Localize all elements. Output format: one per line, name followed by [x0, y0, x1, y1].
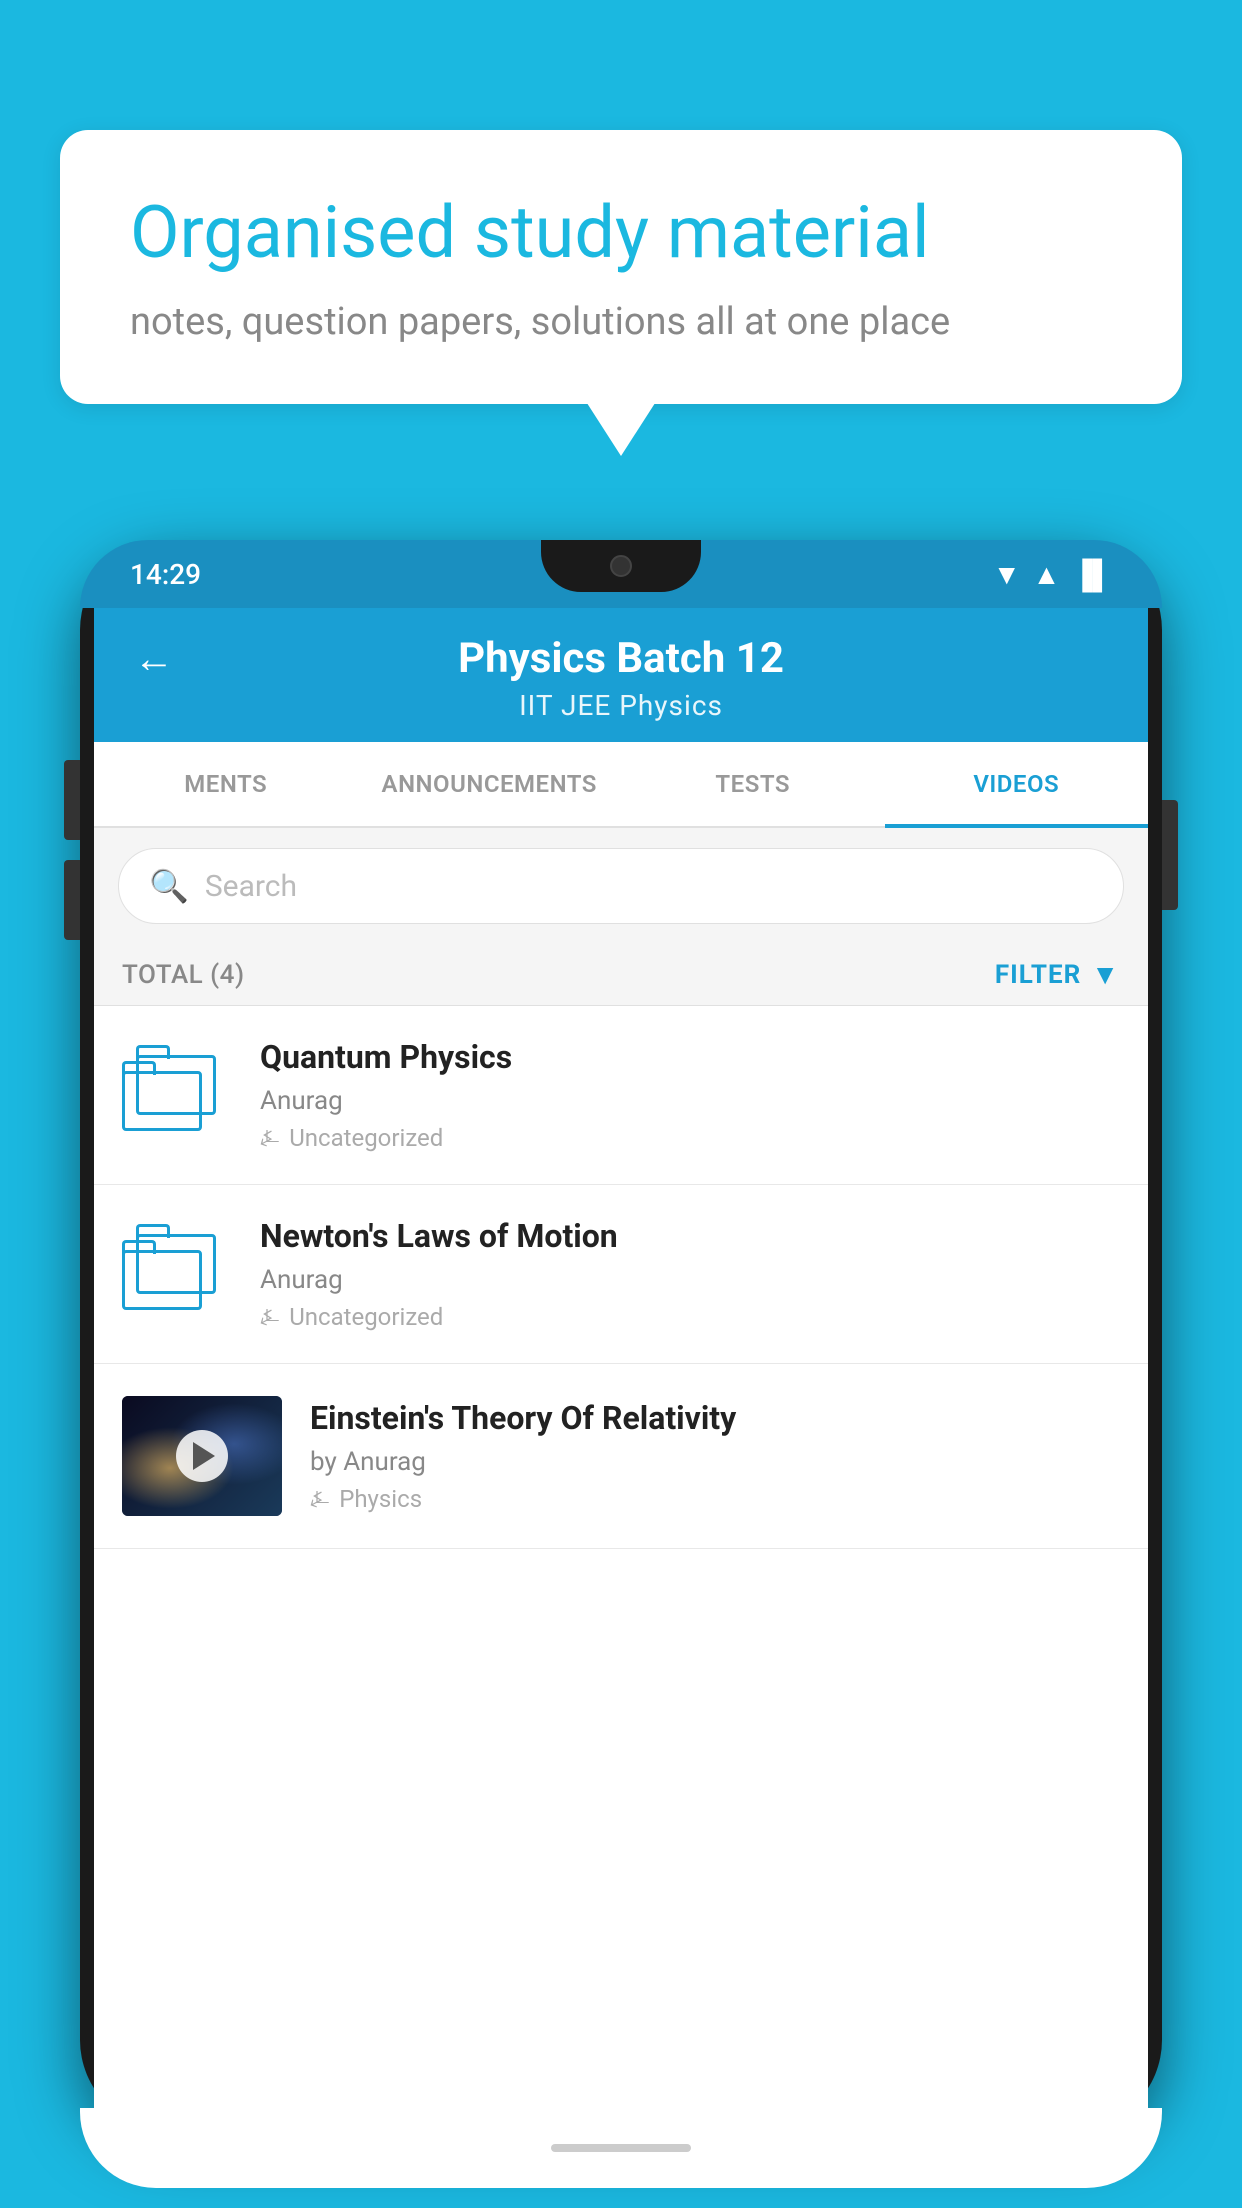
video-info: Quantum Physics Anurag ⍼ Uncategorized: [260, 1038, 1120, 1152]
list-item[interactable]: Quantum Physics Anurag ⍼ Uncategorized: [94, 1006, 1148, 1185]
video-info: Einstein's Theory Of Relativity by Anura…: [310, 1399, 1120, 1513]
speech-bubble: Organised study material notes, question…: [60, 130, 1182, 404]
power-button: [1162, 800, 1178, 910]
back-button[interactable]: ←: [134, 635, 174, 682]
folder-icon: [122, 1045, 232, 1145]
list-item[interactable]: Newton's Laws of Motion Anurag ⍼ Uncateg…: [94, 1185, 1148, 1364]
phone-notch: [541, 540, 701, 592]
video-thumbnail: [122, 1396, 282, 1516]
folder-icon: [122, 1224, 232, 1324]
tab-tests[interactable]: TESTS: [621, 742, 885, 826]
video-author: by Anurag: [310, 1447, 1120, 1477]
video-tag: ⍼ Physics: [310, 1485, 1120, 1513]
header-top: ← Physics Batch 12: [134, 634, 1108, 683]
video-title: Einstein's Theory Of Relativity: [310, 1399, 1120, 1437]
filter-row: TOTAL (4) FILTER ▼: [94, 944, 1148, 1006]
volume-down-button: [64, 860, 80, 940]
volume-up-button: [64, 760, 80, 840]
wifi-icon: ▼: [993, 558, 1021, 591]
tab-ments[interactable]: MENTS: [94, 742, 358, 826]
batch-title: Physics Batch 12: [458, 634, 784, 683]
tag-icon: ⍼: [260, 1305, 279, 1330]
video-author: Anurag: [260, 1086, 1120, 1116]
folder-front-icon: [122, 1061, 202, 1131]
battery-icon: ▐▌: [1072, 558, 1112, 591]
list-item[interactable]: Einstein's Theory Of Relativity by Anura…: [94, 1364, 1148, 1549]
tag-icon: ⍼: [310, 1487, 329, 1512]
play-triangle-icon: [193, 1442, 215, 1470]
search-container: 🔍 Search: [94, 828, 1148, 944]
app-header: ← Physics Batch 12 IIT JEE Physics: [94, 608, 1148, 742]
video-info: Newton's Laws of Motion Anurag ⍼ Uncateg…: [260, 1217, 1120, 1331]
status-time: 14:29: [130, 558, 201, 591]
video-author: Anurag: [260, 1265, 1120, 1295]
phone-outer: 14:29 ▼ ▲ ▐▌ ← Physics Batch 12 IIT JEE …: [80, 540, 1162, 2130]
search-placeholder: Search: [205, 869, 297, 904]
tabs-bar: MENTS ANNOUNCEMENTS TESTS VIDEOS: [94, 742, 1148, 828]
filter-label: FILTER: [995, 960, 1081, 990]
hero-title: Organised study material: [130, 190, 1112, 276]
status-icons: ▼ ▲ ▐▌: [993, 558, 1112, 591]
tag-icon: ⍼: [260, 1126, 279, 1151]
search-bar[interactable]: 🔍 Search: [118, 848, 1124, 924]
search-icon: 🔍: [149, 867, 189, 905]
video-list: Quantum Physics Anurag ⍼ Uncategorized: [94, 1006, 1148, 1549]
filter-button[interactable]: FILTER ▼: [995, 958, 1120, 991]
signal-icon: ▲: [1033, 558, 1061, 591]
video-title: Newton's Laws of Motion: [260, 1217, 1120, 1255]
folder-front-icon: [122, 1240, 202, 1310]
tab-announcements[interactable]: ANNOUNCEMENTS: [358, 742, 622, 826]
hero-subtitle: notes, question papers, solutions all at…: [130, 300, 1112, 344]
tab-videos[interactable]: VIDEOS: [885, 742, 1149, 826]
play-button[interactable]: [176, 1430, 228, 1482]
status-bar: 14:29 ▼ ▲ ▐▌: [80, 540, 1162, 608]
batch-subtitle: IIT JEE Physics: [519, 689, 723, 722]
video-tag: ⍼ Uncategorized: [260, 1303, 1120, 1331]
phone-screen: ← Physics Batch 12 IIT JEE Physics MENTS…: [94, 608, 1148, 2108]
video-title: Quantum Physics: [260, 1038, 1120, 1076]
camera: [610, 555, 632, 577]
hero-section: Organised study material notes, question…: [60, 130, 1182, 404]
phone-frame: 14:29 ▼ ▲ ▐▌ ← Physics Batch 12 IIT JEE …: [80, 540, 1162, 2208]
video-tag: ⍼ Uncategorized: [260, 1124, 1120, 1152]
home-indicator: [551, 2144, 691, 2152]
filter-icon: ▼: [1091, 958, 1120, 991]
phone-bottom: [80, 2108, 1162, 2188]
total-count: TOTAL (4): [122, 960, 245, 990]
